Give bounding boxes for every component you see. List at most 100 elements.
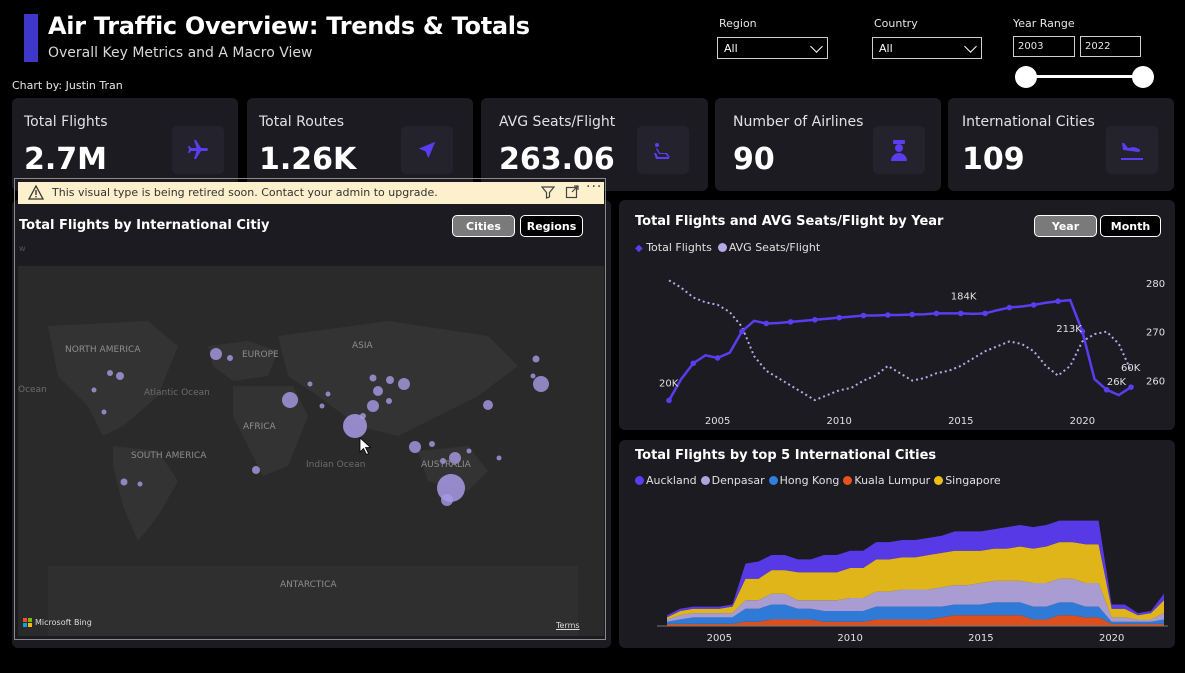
total-flights-point[interactable] [1128,384,1134,390]
city-bubble[interactable] [252,466,260,474]
map-label-asia: ASIA [352,341,373,351]
map-label-atlantic-ocean: Atlantic Ocean [144,388,210,398]
total-flights-point[interactable] [812,316,818,323]
country-filter-label: Country [874,17,918,30]
city-bubble[interactable] [466,448,472,454]
city-bubble[interactable] [367,400,379,412]
legend-item[interactable]: Kuala Lumpur [843,474,930,487]
world-map[interactable]: NORTH AMERICA EUROPE ASIA AFRICA SOUTH A… [18,266,604,636]
city-bubble[interactable] [319,403,325,409]
x-tick-label: 2015 [948,416,973,427]
chevron-down-icon [810,40,823,53]
pilot-icon [873,126,925,174]
legend-label: Denpasar [711,474,765,487]
legend-item[interactable]: Singapore [934,474,1001,487]
city-bubble[interactable] [530,373,536,379]
year-slider-track[interactable] [1026,75,1143,78]
x-tick-label: 2005 [707,633,732,644]
legend-item[interactable]: Hong Kong [768,474,840,487]
navigation-arrow-icon [401,126,453,174]
city-bubble[interactable] [360,413,366,419]
terms-link[interactable]: Terms [556,621,580,630]
country-dropdown-value: All [879,42,893,55]
data-label: 184K [951,291,977,302]
x-tick-label: 2005 [705,416,730,427]
total-flights-point[interactable] [690,360,697,367]
total-flights-point[interactable] [666,397,672,404]
total-flights-point[interactable] [933,310,940,317]
region-dropdown[interactable]: All [717,37,828,59]
regions-toggle-button[interactable]: Regions [520,215,583,237]
city-bubble[interactable] [483,400,493,410]
year-slider-start-handle[interactable] [1015,66,1037,88]
city-bubble[interactable] [101,409,107,415]
city-bubble[interactable] [107,370,113,376]
airplane-landing-icon [1106,126,1158,174]
city-bubble[interactable] [369,374,377,382]
total-flights-point[interactable] [885,312,891,318]
city-bubble[interactable] [533,376,549,392]
legend-label: AVG Seats/Flight [728,241,821,254]
legend-label: Kuala Lumpur [854,474,931,487]
total-flights-point[interactable] [957,310,964,317]
focus-mode-icon[interactable] [565,185,579,199]
more-options-icon[interactable]: ··· [586,179,602,195]
city-bubble[interactable] [496,455,502,461]
year-toggle-button[interactable]: Year [1034,215,1097,237]
year-from-input[interactable]: 2003 [1013,36,1075,57]
legend-item[interactable]: AVG Seats/Flight [717,241,821,254]
city-bubble[interactable] [373,386,383,396]
total-flights-point[interactable] [714,355,721,361]
total-flights-point[interactable] [739,328,745,335]
city-bubble[interactable] [441,494,453,506]
city-bubble[interactable] [429,441,435,447]
map-label-north-america: NORTH AMERICA [65,345,141,355]
total-flights-point[interactable] [763,320,770,327]
city-bubble[interactable] [325,391,331,397]
total-flights-point[interactable] [1030,302,1037,308]
city-bubble[interactable] [386,376,394,384]
legend-label: Hong Kong [779,474,840,487]
city-bubble[interactable] [307,381,313,387]
mouse-cursor-icon [359,437,372,456]
legend-item[interactable]: ◆ Total Flights [635,241,712,254]
total-flights-line[interactable] [667,298,1132,402]
country-dropdown[interactable]: All [872,37,982,59]
city-bubble[interactable] [409,441,421,453]
total-flights-point[interactable] [860,312,867,319]
region-filter-label: Region [719,17,757,30]
total-flights-point[interactable] [1006,304,1013,311]
legend-item[interactable]: Auckland [635,474,697,487]
city-bubble[interactable] [137,481,143,487]
city-bubble[interactable] [532,355,540,363]
legend-item[interactable]: Denpasar [700,474,765,487]
y2-tick-label: 270 [1146,328,1165,339]
city-bubble[interactable] [386,398,392,404]
filter-icon[interactable] [541,185,555,199]
city-bubble[interactable] [116,372,124,380]
city-bubble[interactable] [120,478,128,486]
total-flights-point[interactable] [787,319,794,325]
year-slider-end-handle[interactable] [1132,66,1154,88]
total-flights-point[interactable] [909,311,915,318]
legend-label: Auckland [646,474,697,487]
year-to-input[interactable]: 2022 [1080,36,1141,57]
city-bubble[interactable] [227,355,233,361]
legend-label: Singapore [945,474,1001,487]
city-bubble[interactable] [210,348,222,360]
total-flights-point[interactable] [982,310,988,317]
area-chart[interactable]: 2005 2010 2015 2020 [619,490,1175,648]
map-corner-text: w [19,244,26,253]
month-toggle-button[interactable]: Month [1100,215,1161,237]
x-tick-label: 2020 [1070,416,1095,427]
total-flights-point[interactable] [1055,298,1061,304]
line-chart[interactable]: 20K 184K 213K 26K 60K 2005 2010 2015 2020 260 270 2… [619,255,1175,430]
cities-toggle-button[interactable]: Cities [452,215,515,237]
total-flights-point[interactable] [836,314,843,321]
kpi-value: 263.06 [499,142,615,177]
city-bubble[interactable] [282,392,298,408]
city-bubble[interactable] [398,378,410,390]
page-subtitle: Overall Key Metrics and A Macro View [48,45,313,61]
city-bubble[interactable] [91,387,97,393]
region-dropdown-value: All [724,42,738,55]
